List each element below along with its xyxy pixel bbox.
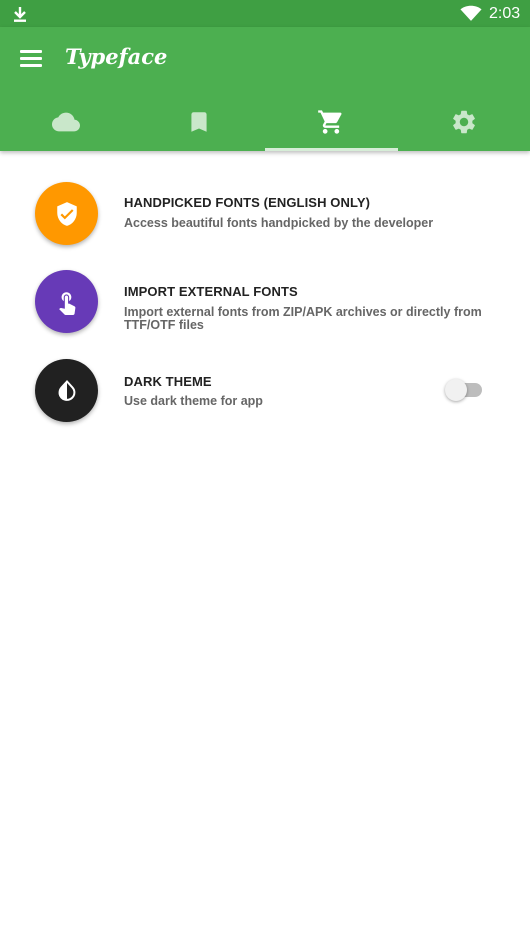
app-title: Typeface [65, 44, 168, 69]
download-icon [14, 7, 26, 22]
app-bar: Typeface [0, 27, 530, 151]
dark-theme-toggle[interactable] [445, 378, 485, 402]
item-title: DARK THEME [124, 374, 212, 389]
item-title: IMPORT EXTERNAL FONTS [124, 284, 298, 299]
item-subtitle: Use dark theme for app [124, 394, 263, 408]
tab-bar [0, 93, 530, 151]
list-item-handpicked-fonts[interactable]: HANDPICKED FONTS (ENGLISH ONLY) Access b… [0, 181, 530, 247]
list-item-import-fonts[interactable]: IMPORT EXTERNAL FONTS Import external fo… [0, 269, 530, 335]
item-title: HANDPICKED FONTS (ENGLISH ONLY) [124, 195, 371, 210]
bookmark-icon [191, 112, 207, 132]
menu-button[interactable] [16, 43, 46, 73]
tab-bookmarks[interactable] [133, 93, 266, 151]
shopping-cart-icon [318, 110, 342, 134]
status-time: 2:03 [489, 5, 521, 22]
wifi-icon [460, 5, 482, 21]
dark-theme-avatar [35, 359, 98, 422]
tab-settings[interactable] [398, 93, 530, 151]
status-bar: 2:03 [0, 0, 530, 27]
touch-app-icon [58, 291, 75, 315]
import-avatar [35, 270, 98, 333]
tab-store[interactable] [265, 93, 398, 151]
item-subtitle: Access beautiful fonts handpicked by the… [124, 216, 434, 230]
gear-icon [452, 110, 475, 134]
verified-shield-icon [56, 201, 77, 226]
list-item-dark-theme[interactable]: DARK THEME Use dark theme for app [0, 358, 530, 424]
item-subtitle: Import external fonts from ZIP/APK archi… [124, 305, 482, 332]
handpicked-avatar [35, 182, 98, 245]
cloud-icon [52, 112, 81, 132]
toggle-thumb [445, 379, 467, 401]
tab-cloud[interactable] [0, 93, 133, 151]
invert-colors-icon [58, 379, 75, 401]
tab-indicator [265, 148, 398, 151]
